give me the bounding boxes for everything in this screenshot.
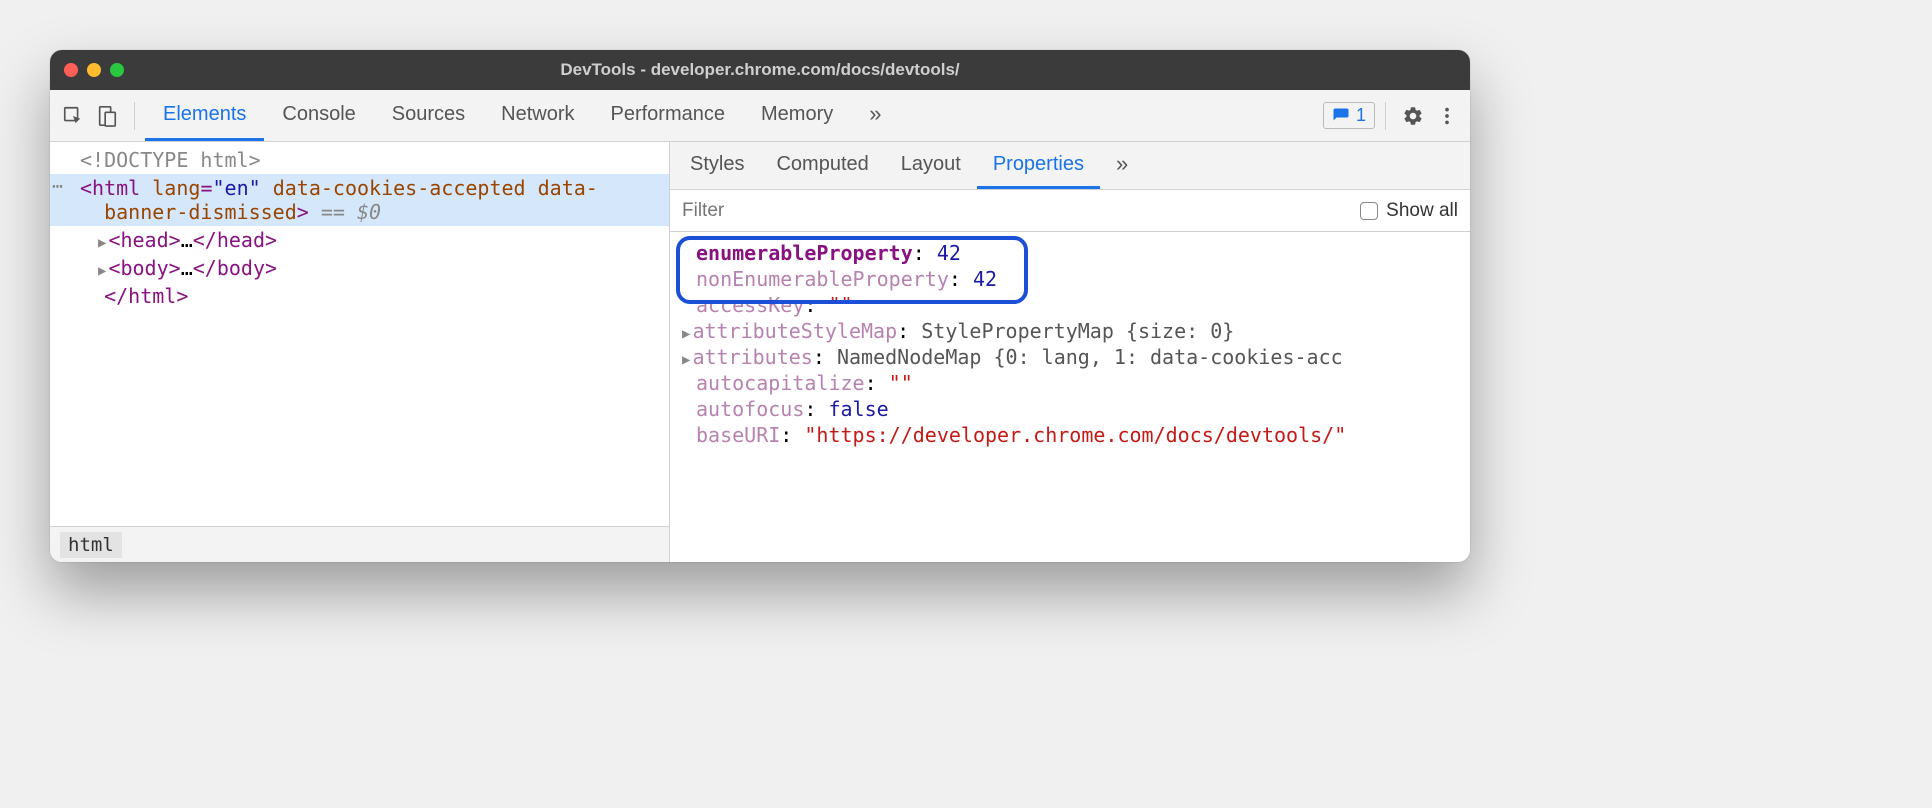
dom-tree[interactable]: <!DOCTYPE html> <html lang="en" data-coo… [50,142,669,526]
inspect-icon[interactable] [56,99,90,133]
main-toolbar: Elements Console Sources Network Perform… [50,90,1470,142]
expand-icon[interactable]: ▶ [682,326,690,342]
expand-icon[interactable]: ▶ [682,352,690,368]
tab-properties[interactable]: Properties [977,142,1100,189]
property-key: autocapitalize [696,371,865,395]
more-icon[interactable] [1430,99,1464,133]
sidebar-panel: Styles Computed Layout Properties » Show… [670,142,1470,562]
property-row[interactable]: enumerableProperty: 42 [678,240,1466,266]
dom-html-element[interactable]: <html lang="en" data-cookies-accepted da… [50,174,669,226]
minimize-button[interactable] [87,63,101,77]
property-row[interactable]: autofocus: false [678,396,1466,422]
property-key: attributeStyleMap [692,319,897,343]
issues-count: 1 [1356,105,1366,126]
property-value: 42 [937,241,961,265]
gear-icon[interactable] [1396,99,1430,133]
property-row[interactable]: autocapitalize: "" [678,370,1466,396]
traffic-lights [64,63,124,77]
tab-network[interactable]: Network [483,90,592,141]
property-row[interactable]: ▶attributes: NamedNodeMap {0: lang, 1: d… [678,344,1466,370]
property-value: false [828,397,888,421]
show-all-label: Show all [1386,200,1458,222]
tab-styles[interactable]: Styles [674,142,760,189]
separator [1385,102,1386,130]
property-key: nonEnumerableProperty [696,267,949,291]
close-button[interactable] [64,63,78,77]
separator [134,102,135,130]
properties-list[interactable]: enumerableProperty: 42nonEnumerablePrope… [670,232,1470,562]
content-area: <!DOCTYPE html> <html lang="en" data-coo… [50,142,1470,562]
sidebar-tabs: Styles Computed Layout Properties » [670,142,1470,190]
titlebar: DevTools - developer.chrome.com/docs/dev… [50,50,1470,90]
property-key: autofocus [696,397,804,421]
dom-head-element[interactable]: ▶<head>…</head> [50,226,669,254]
dom-body-element[interactable]: ▶<body>…</body> [50,254,669,282]
tab-console[interactable]: Console [264,90,373,141]
dom-html-close[interactable]: </html> [50,282,669,310]
breadcrumb[interactable]: html [50,526,669,562]
maximize-button[interactable] [110,63,124,77]
breadcrumb-html[interactable]: html [60,532,122,558]
panel-tabs: Elements Console Sources Network Perform… [145,90,899,141]
property-key: accessKey [696,293,804,317]
device-toggle-icon[interactable] [90,99,124,133]
filter-input[interactable] [682,200,1360,222]
tab-sources[interactable]: Sources [374,90,483,141]
window-title: DevTools - developer.chrome.com/docs/dev… [50,60,1470,80]
property-key: baseURI [696,423,780,447]
devtools-window: DevTools - developer.chrome.com/docs/dev… [50,50,1470,562]
tab-computed[interactable]: Computed [760,142,884,189]
dom-doctype[interactable]: <!DOCTYPE html> [50,146,669,174]
property-value: "" [889,371,913,395]
issues-badge[interactable]: 1 [1323,102,1375,129]
property-row[interactable]: accessKey: "" [678,292,1466,318]
property-value: StylePropertyMap {size: 0} [921,319,1234,343]
property-value: "https://developer.chrome.com/docs/devto… [804,423,1346,447]
property-row[interactable]: baseURI: "https://developer.chrome.com/d… [678,422,1466,448]
property-value: 42 [973,267,997,291]
elements-panel: <!DOCTYPE html> <html lang="en" data-coo… [50,142,670,562]
show-all-checkbox[interactable] [1360,202,1378,220]
tab-memory[interactable]: Memory [743,90,851,141]
tab-performance[interactable]: Performance [593,90,744,141]
property-key: enumerableProperty [696,241,913,265]
property-row[interactable]: ▶attributeStyleMap: StylePropertyMap {si… [678,318,1466,344]
property-value: NamedNodeMap {0: lang, 1: data-cookies-a… [837,345,1343,369]
more-sidebar-tabs-icon[interactable]: » [1100,142,1144,189]
property-row[interactable]: nonEnumerableProperty: 42 [678,266,1466,292]
tab-layout[interactable]: Layout [885,142,977,189]
more-tabs-icon[interactable]: » [851,90,899,141]
property-value: "" [828,293,852,317]
property-key: attributes [692,345,812,369]
filter-bar: Show all [670,190,1470,232]
tab-elements[interactable]: Elements [145,90,264,141]
